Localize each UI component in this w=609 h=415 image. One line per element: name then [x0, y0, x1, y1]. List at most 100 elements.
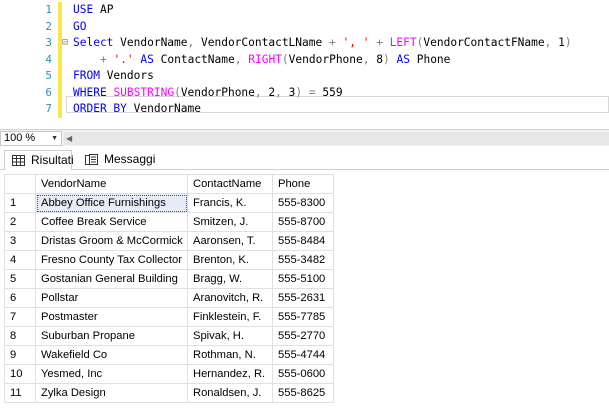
vendorname-cell[interactable]: Suburban Propane	[35, 326, 188, 346]
code-token: Vendors	[99, 69, 154, 82]
code-line[interactable]: 5 FROM Vendors	[0, 68, 609, 84]
vendorname-cell[interactable]: Postmaster	[35, 307, 188, 327]
phone-cell[interactable]: 555-5100	[272, 269, 334, 289]
table-row[interactable]: 9 Wakefield Co Rothman, N. 555-4744	[4, 345, 334, 365]
vendorname-cell[interactable]: Wakefield Co	[35, 345, 188, 365]
scroll-left-arrow-icon[interactable]: ◀	[66, 132, 72, 145]
tab-results[interactable]: Risultati	[4, 150, 74, 171]
vendorname-cell[interactable]: Dristas Groom & McCormick	[35, 231, 188, 251]
row-number-cell[interactable]: 2	[4, 212, 36, 232]
results-grid[interactable]: VendorName ContactName Phone 1 Abbey Offi…	[4, 174, 334, 403]
row-number-header[interactable]	[4, 174, 36, 194]
editor-status-bar: 100 % ▼ ◀	[0, 129, 609, 146]
table-row[interactable]: 2 Coffee Break Service Smitzen, J. 555-8700	[4, 212, 334, 232]
column-header-vendorname[interactable]: VendorName	[35, 174, 188, 194]
line-number: 4	[45, 52, 52, 66]
vendorname-cell[interactable]: Coffee Break Service	[35, 212, 188, 232]
tab-messages[interactable]: Messaggi	[78, 150, 158, 171]
code-line[interactable]: 2 GO	[0, 19, 609, 35]
column-header-phone[interactable]: Phone	[272, 174, 334, 194]
phone-cell[interactable]: 555-8700	[272, 212, 334, 232]
tab-results-label: Risultati	[31, 153, 74, 167]
row-number-cell[interactable]: 8	[4, 326, 36, 346]
line-number: 7	[45, 102, 52, 115]
code-token: VendorPhone	[180, 85, 255, 99]
contactname-cell[interactable]: Ronaldsen, J.	[187, 383, 273, 403]
code-token: VendorContactFName	[423, 36, 545, 49]
code-token: FROM	[73, 69, 100, 82]
code-line[interactable]: 6 WHERE SUBSTRING(VendorPhone, 2, 3) = 55…	[0, 85, 609, 101]
table-row[interactable]: 11 Zylka Design Ronaldsen, J. 555-8625	[4, 383, 334, 403]
code-line[interactable]: 7 ORDER BY VendorName	[0, 101, 609, 117]
column-header-contactname[interactable]: ContactName	[187, 174, 273, 194]
row-number-cell[interactable]: 1	[4, 193, 36, 213]
phone-cell[interactable]: 555-0600	[272, 364, 334, 384]
messages-icon	[85, 154, 98, 165]
contactname-cell[interactable]: Aranovitch, R.	[187, 288, 273, 308]
code-line[interactable]: 3 ⊟ Select VendorName, VendorContactLName …	[0, 35, 609, 51]
code-token: VendorContactLName	[194, 36, 329, 49]
row-number-cell[interactable]: 5	[4, 269, 36, 289]
row-number-cell[interactable]: 3	[4, 231, 36, 251]
code-text: FROM Vendors	[73, 68, 154, 84]
table-row[interactable]: 3 Dristas Groom & McCormick Aaronsen, T. 55…	[4, 231, 334, 251]
phone-cell[interactable]: 555-2631	[272, 288, 334, 308]
contactname-cell[interactable]: Rothman, N.	[187, 345, 273, 365]
code-token: =	[308, 85, 316, 99]
code-token: Phone	[409, 52, 451, 66]
contactname-cell[interactable]: Bragg, W.	[187, 269, 273, 289]
phone-cell[interactable]: 555-8625	[272, 383, 334, 403]
vendorname-cell[interactable]: Yesmed, Inc	[35, 364, 188, 384]
vendorname-cell[interactable]: Pollstar	[35, 288, 188, 308]
contactname-cell[interactable]: Aaronsen, T.	[187, 231, 273, 251]
code-token: 8	[369, 52, 383, 66]
code-line[interactable]: 4 + '.' AS ContactName, RIGHT(VendorPhon…	[0, 52, 609, 68]
phone-cell[interactable]: 555-3482	[272, 250, 334, 270]
collapse-icon[interactable]: ⊟	[62, 35, 68, 51]
table-row[interactable]: 8 Suburban Propane Spivak, H. 555-2770	[4, 326, 334, 346]
contactname-cell[interactable]: Francis, K.	[187, 193, 273, 213]
row-number-cell[interactable]: 4	[4, 250, 36, 270]
code-token: ContactName	[153, 52, 235, 66]
code-token: ORDER BY	[73, 102, 127, 115]
contactname-cell[interactable]: Brenton, K.	[187, 250, 273, 270]
table-row[interactable]: 4 Fresno County Tax Collector Brenton, K. 5…	[4, 250, 334, 270]
phone-cell[interactable]: 555-2770	[272, 326, 334, 346]
vendorname-cell[interactable]: Zylka Design	[35, 383, 188, 403]
vendorname-cell[interactable]: Abbey Office Furnishings	[35, 193, 188, 213]
line-number: 3	[45, 36, 52, 49]
table-row[interactable]: 6 Pollstar Aranovitch, R. 555-2631	[4, 288, 334, 308]
contactname-cell[interactable]: Spivak, H.	[187, 326, 273, 346]
code-token: VendorName	[126, 102, 201, 115]
code-text: WHERE SUBSTRING(VendorPhone, 2, 3) = 559	[73, 85, 343, 101]
horizontal-scrollbar[interactable]: ◀	[64, 132, 609, 145]
row-number-cell[interactable]: 9	[4, 345, 36, 365]
vendorname-cell[interactable]: Fresno County Tax Collector	[35, 250, 188, 270]
table-row[interactable]: 7 Postmaster Finklestein, F. 555-7785	[4, 307, 334, 327]
code-text: Select VendorName, VendorContactLName + …	[73, 35, 572, 51]
contactname-cell[interactable]: Hernandez, R.	[187, 364, 273, 384]
sql-editor[interactable]: 1 USE AP 2 GO 3 ⊟ Select VendorName, VendorCon…	[0, 0, 609, 129]
phone-cell[interactable]: 555-8300	[272, 193, 334, 213]
line-number: 5	[45, 69, 52, 82]
code-line[interactable]: 1 USE AP	[0, 2, 609, 18]
table-row[interactable]: 5 Gostanian General Building Bragg, W. 555-…	[4, 269, 334, 289]
contactname-cell[interactable]: Finklestein, F.	[187, 307, 273, 327]
code-token: 3	[281, 85, 296, 99]
chevron-down-icon[interactable]: ▼	[51, 132, 58, 145]
row-number-cell[interactable]: 10	[4, 364, 36, 384]
vendorname-cell[interactable]: Gostanian General Building	[35, 269, 188, 289]
phone-cell[interactable]: 555-4744	[272, 345, 334, 365]
contactname-cell[interactable]: Smitzen, J.	[187, 212, 273, 232]
phone-cell[interactable]: 555-7785	[272, 307, 334, 327]
zoom-select[interactable]: 100 % ▼	[0, 131, 62, 146]
row-number-cell[interactable]: 7	[4, 307, 36, 327]
row-number-cell[interactable]: 11	[4, 383, 36, 403]
code-token: RIGHT	[248, 52, 282, 66]
table-row[interactable]: 1 Abbey Office Furnishings Francis, K. 555-…	[4, 193, 334, 213]
row-number-cell[interactable]: 6	[4, 288, 36, 308]
phone-cell[interactable]: 555-8484	[272, 231, 334, 251]
table-row[interactable]: 10 Yesmed, Inc Hernandez, R. 555-0600	[4, 364, 334, 384]
